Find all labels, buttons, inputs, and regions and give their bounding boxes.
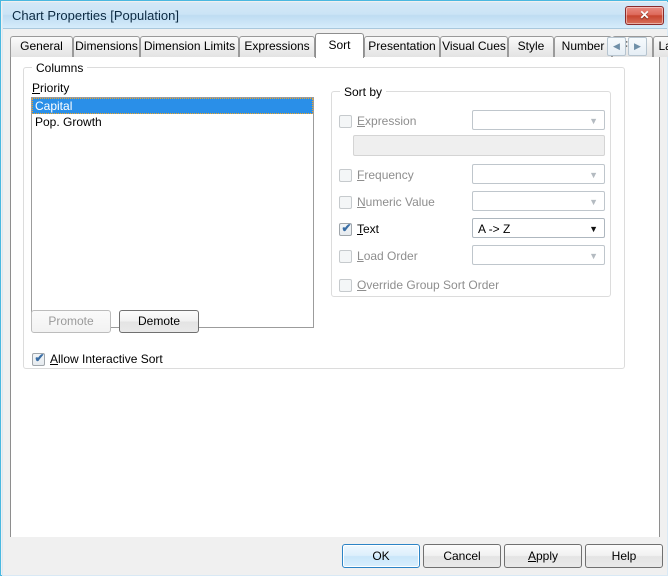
checkbox-box bbox=[339, 250, 352, 263]
sort-by-numeric-value-label: Numeric Value bbox=[357, 195, 435, 209]
columns-group-title: Columns bbox=[32, 61, 88, 75]
list-item-label: Pop. Growth bbox=[35, 115, 102, 129]
close-icon: ✕ bbox=[639, 8, 650, 22]
tab-visual-cues[interactable]: Visual Cues bbox=[440, 36, 508, 57]
demote-button-label: Demote bbox=[137, 314, 181, 328]
sort-by-text-label: Text bbox=[357, 222, 380, 236]
list-item[interactable]: Capital bbox=[32, 98, 313, 114]
sort-by-expression-combo[interactable]: ▼ bbox=[472, 110, 605, 130]
checkbox-box: ✔ bbox=[339, 221, 352, 236]
sort-by-expression-checkbox[interactable]: Expression bbox=[339, 114, 479, 130]
title-bar: Chart Properties [Population] ✕ bbox=[3, 3, 667, 29]
help-button-label: Help bbox=[611, 549, 637, 563]
list-item-label: Capital bbox=[35, 99, 73, 113]
checkmark-icon: ✔ bbox=[341, 221, 352, 235]
tab-presentation[interactable]: Presentation bbox=[364, 36, 440, 57]
tab-label: Visual Cues bbox=[442, 39, 506, 53]
chevron-down-icon: ▼ bbox=[589, 224, 598, 234]
sort-by-load-order-checkbox[interactable]: Load Order bbox=[339, 249, 479, 265]
tab-label: Dimension Limits bbox=[143, 39, 236, 53]
priority-label-text: riority bbox=[40, 81, 70, 95]
tab-sort[interactable]: Sort bbox=[315, 33, 364, 58]
tab-label: Layo bbox=[658, 39, 668, 53]
dialog-body: General Dimensions Dimension Limits Expr… bbox=[3, 29, 668, 564]
override-group-sort-order-checkbox[interactable]: Override Group Sort Order bbox=[339, 278, 559, 294]
promote-button[interactable]: Promote bbox=[31, 310, 111, 333]
apply-button-label: Apply bbox=[527, 549, 559, 563]
chevron-down-icon: ▼ bbox=[589, 170, 598, 180]
checkmark-icon: ✔ bbox=[34, 351, 45, 365]
tab-scroll-next-button[interactable]: ▶ bbox=[628, 37, 647, 56]
tab-label: Presentation bbox=[368, 39, 436, 53]
checkbox-box bbox=[339, 196, 352, 209]
sort-by-text-combo[interactable]: A -> Z ▼ bbox=[472, 218, 605, 238]
tab-expressions[interactable]: Expressions bbox=[239, 36, 315, 57]
tab-scroll-prev-button[interactable]: ◀ bbox=[607, 37, 626, 56]
override-group-sort-order-label: Override Group Sort Order bbox=[357, 278, 500, 292]
cancel-button[interactable]: Cancel bbox=[423, 544, 501, 568]
ok-button[interactable]: OK bbox=[342, 544, 420, 568]
tab-label: General bbox=[20, 39, 63, 53]
tab-label: Dimensions bbox=[75, 39, 138, 53]
sort-by-frequency-combo[interactable]: ▼ bbox=[472, 164, 605, 184]
tab-style[interactable]: Style bbox=[508, 36, 554, 57]
chevron-right-icon: ▶ bbox=[634, 41, 641, 51]
tab-dimension-limits[interactable]: Dimension Limits bbox=[140, 36, 239, 57]
sort-by-numeric-value-checkbox[interactable]: Numeric Value bbox=[339, 195, 479, 211]
chevron-left-icon: ◀ bbox=[613, 41, 620, 51]
tab-label: Sort bbox=[328, 38, 351, 52]
sort-by-numeric-value-combo[interactable]: ▼ bbox=[472, 191, 605, 211]
sort-by-text-checkbox[interactable]: ✔ Text bbox=[339, 221, 479, 238]
chevron-down-icon: ▼ bbox=[589, 251, 598, 261]
tab-dimensions[interactable]: Dimensions bbox=[73, 36, 140, 57]
chart-properties-dialog: Chart Properties [Population] ✕ General … bbox=[0, 0, 668, 576]
tab-label: Expressions bbox=[244, 39, 310, 53]
sort-by-expression-field[interactable] bbox=[353, 135, 605, 156]
sort-by-expression-label: Expression bbox=[357, 114, 417, 128]
tab-number[interactable]: Number bbox=[554, 36, 612, 57]
list-item[interactable]: Pop. Growth bbox=[32, 114, 313, 130]
priority-label: Priority bbox=[32, 81, 70, 95]
cancel-button-label: Cancel bbox=[443, 549, 481, 563]
checkbox-box bbox=[339, 279, 352, 292]
tab-general[interactable]: General bbox=[10, 36, 73, 57]
chevron-down-icon: ▼ bbox=[589, 197, 598, 207]
allow-interactive-sort-checkbox[interactable]: ✔ Allow Interactive Sort bbox=[32, 351, 232, 368]
chevron-down-icon: ▼ bbox=[589, 116, 598, 126]
ok-button-label: OK bbox=[372, 549, 390, 563]
tab-label: Number bbox=[561, 39, 605, 53]
tab-strip: General Dimensions Dimension Limits Expr… bbox=[10, 33, 668, 58]
promote-button-label: Promote bbox=[48, 314, 94, 328]
sort-by-group-title: Sort by bbox=[340, 85, 387, 99]
sort-by-text-combo-value: A -> Z bbox=[478, 222, 511, 236]
sort-by-frequency-checkbox[interactable]: Frequency bbox=[339, 168, 479, 184]
apply-button[interactable]: Apply bbox=[504, 544, 582, 568]
tab-label: Style bbox=[517, 39, 545, 53]
sort-by-load-order-label: Load Order bbox=[357, 249, 418, 263]
checkbox-box bbox=[339, 115, 352, 128]
close-button[interactable]: ✕ bbox=[625, 6, 664, 25]
sort-by-load-order-combo[interactable]: ▼ bbox=[472, 245, 605, 265]
sort-by-frequency-label: Frequency bbox=[357, 168, 414, 182]
priority-listbox[interactable]: Capital Pop. Growth bbox=[31, 97, 314, 328]
help-button[interactable]: Help bbox=[585, 544, 663, 568]
dialog-footer: OK Cancel Apply Help bbox=[3, 537, 667, 575]
demote-button[interactable]: Demote bbox=[119, 310, 199, 333]
checkbox-box: ✔ bbox=[32, 351, 45, 366]
window-title: Chart Properties [Population] bbox=[12, 8, 179, 23]
checkbox-box bbox=[339, 169, 352, 182]
allow-interactive-sort-label: Allow Interactive Sort bbox=[50, 352, 163, 366]
tab-layout[interactable]: Layo bbox=[653, 36, 668, 57]
